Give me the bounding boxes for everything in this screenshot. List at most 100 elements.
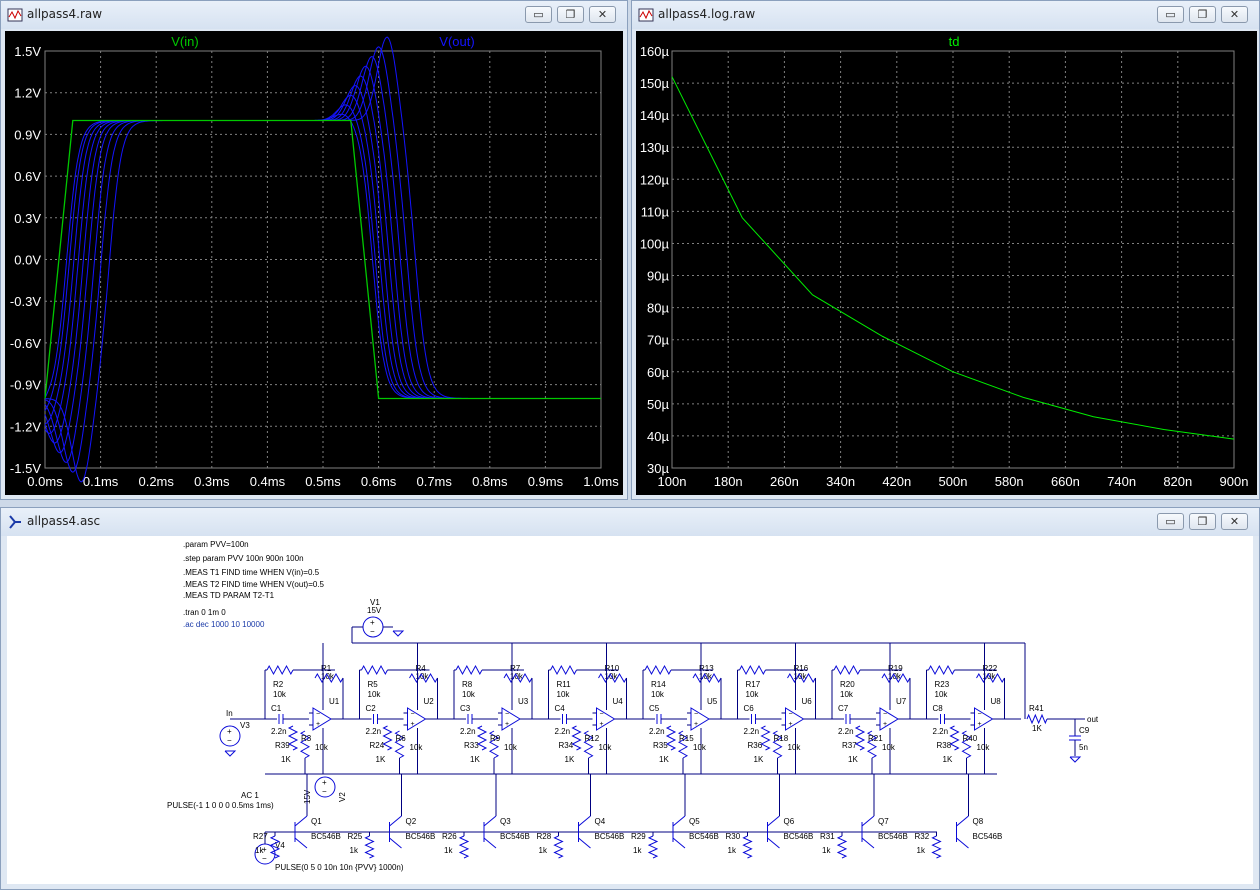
capacitor-value: 2.2n	[366, 727, 382, 736]
vout-trace	[45, 36, 601, 483]
opamp-plus: +	[978, 721, 982, 728]
v1-value: 15V	[367, 606, 382, 615]
waveform-titlebar[interactable]: allpass4.raw ▭ ❐ ✕	[1, 1, 627, 29]
v3-ac: AC 1	[241, 791, 259, 800]
y-tick-label: 110µ	[641, 204, 670, 219]
opamp-plus: +	[411, 721, 415, 728]
opamp-minus: −	[694, 711, 698, 718]
opamp-plus: +	[694, 721, 698, 728]
resistor-name: R15	[679, 734, 694, 743]
waveform-window[interactable]: allpass4.raw ▭ ❐ ✕ 0.0ms 0.1ms 0.2ms 0.3ms 0…	[0, 0, 628, 500]
transistor-name: Q5	[689, 817, 700, 826]
plot-frame	[44, 50, 602, 469]
resistor-R18	[760, 725, 771, 751]
restore-button[interactable]: ❐	[1189, 6, 1216, 23]
window-title: allpass4.log.raw	[658, 7, 756, 21]
y-tick-label: 70µ	[647, 333, 669, 348]
resistor-name: R24	[370, 741, 385, 750]
waveform-chart[interactable]: 0.0ms 0.1ms 0.2ms 0.3ms 0.4ms 0.5ms 0.6ms 0.7ms…	[5, 31, 623, 495]
x-tick-label: 0.2ms	[138, 474, 174, 489]
capacitor-name: C6	[744, 704, 755, 713]
y-tick-label: 0.6V	[14, 169, 41, 184]
resistor-value: 1K	[943, 755, 953, 764]
bjt-collector	[389, 815, 402, 827]
schematic-drawing[interactable]: .param PVV=100n .step param PVV 100n 900n…	[7, 536, 1253, 884]
resistor-name: R30	[726, 832, 741, 841]
capacitor-value: 2.2n	[838, 727, 854, 736]
resistor-value: 10k	[840, 690, 854, 699]
minimize-button[interactable]: ▭	[525, 6, 552, 23]
resistor-R20	[833, 664, 861, 676]
opamp-minus: −	[883, 711, 887, 718]
y-tick-label: 150µ	[640, 76, 670, 91]
y-tick-label: 80µ	[647, 301, 669, 316]
resistor-R23	[928, 664, 955, 676]
restore-button[interactable]: ❐	[557, 6, 584, 23]
resistor-name: R3	[301, 734, 312, 743]
opamp-name: U6	[802, 697, 813, 706]
resistor-R11	[550, 664, 577, 676]
close-button[interactable]: ✕	[589, 6, 616, 23]
legend-vout: V(out)	[439, 34, 474, 49]
resistor-value: 10k	[599, 743, 613, 752]
bjt-emitter	[956, 837, 969, 849]
opamp-minus: −	[505, 711, 509, 718]
capacitor-name: C2	[366, 704, 377, 713]
minimize-button[interactable]: ▭	[1157, 6, 1184, 23]
schematic-canvas[interactable]: .param PVV=100n .step param PVV 100n 900n…	[7, 536, 1253, 884]
spice-directive: .param PVV=100n	[183, 540, 249, 549]
resistor-name: R20	[840, 680, 855, 689]
source-minus: −	[262, 854, 267, 863]
close-button[interactable]: ✕	[1221, 513, 1248, 530]
resistor-R32	[931, 835, 942, 859]
resistor-name: R8	[462, 680, 473, 689]
r41-value: 1K	[1032, 724, 1042, 733]
ac-directive: .ac dec 1000 10 10000	[183, 620, 265, 629]
resistor-name: R5	[368, 680, 379, 689]
resistor-R25	[364, 835, 375, 859]
y-tick-label: 120µ	[640, 172, 670, 187]
resistor-value: 1k	[728, 846, 737, 855]
legend-vin: V(in)	[171, 34, 198, 49]
restore-button[interactable]: ❐	[1189, 513, 1216, 530]
resistor-value: 1K	[754, 755, 764, 764]
capacitor-value: 2.2n	[460, 727, 476, 736]
schematic-titlebar[interactable]: allpass4.asc ▭ ❐ ✕	[1, 508, 1259, 536]
waveform-app-icon	[7, 8, 23, 22]
x-tick-label: 180n	[714, 474, 743, 489]
x-tick-label: 340n	[826, 474, 855, 489]
resistor-name: R31	[820, 832, 835, 841]
resistor-name: R38	[937, 741, 952, 750]
x-tick-label: 0.5ms	[305, 474, 341, 489]
capacitor-value: 2.2n	[744, 727, 760, 736]
minimize-button[interactable]: ▭	[1157, 513, 1184, 530]
resistor-value: 10k	[368, 690, 382, 699]
log-window[interactable]: allpass4.log.raw ▭ ❐ ✕ 100n 180n 260n 340n 4…	[631, 0, 1260, 500]
resistor-value: 10k	[693, 743, 707, 752]
y-tick-label: 0.0V	[14, 253, 41, 268]
log-plot-pane[interactable]: 100n 180n 260n 340n 420n 500n 580n 660n 740n 820n…	[636, 31, 1257, 495]
x-tick-label: 900n	[1220, 474, 1249, 489]
spice-directive: .MEAS T2 FIND time WHEN V(out)=0.5	[183, 580, 325, 589]
close-button[interactable]: ✕	[1221, 6, 1248, 23]
waveform-plot-pane[interactable]: 0.0ms 0.1ms 0.2ms 0.3ms 0.4ms 0.5ms 0.6ms 0.7ms…	[5, 31, 623, 495]
y-tick-label: 1.2V	[14, 86, 41, 101]
schematic-window[interactable]: allpass4.asc ▭ ❐ ✕ .param PVV=100n .step …	[0, 507, 1260, 890]
y-tick-label: 60µ	[647, 365, 669, 380]
resistor-name: R18	[774, 734, 789, 743]
bjt-emitter	[294, 837, 308, 849]
window-title: allpass4.asc	[27, 514, 101, 528]
resistor-R17	[739, 664, 766, 676]
capacitor-value: 2.2n	[933, 727, 949, 736]
x-tick-label: 0.6ms	[361, 474, 397, 489]
td-chart[interactable]: 100n 180n 260n 340n 420n 500n 580n 660n 740n 820n…	[636, 31, 1257, 495]
opamp-plus: +	[316, 721, 320, 728]
v4-pulse: PULSE(0 5 0 10n 10n {PVV} 1000n)	[275, 863, 404, 872]
resistor-value: 10k	[410, 743, 424, 752]
vout-trace	[44, 94, 601, 425]
y-tick-label: 50µ	[647, 397, 669, 412]
log-titlebar[interactable]: allpass4.log.raw ▭ ❐ ✕	[632, 1, 1259, 29]
bjt-collector	[861, 815, 875, 827]
resistor-value: 10k	[746, 690, 760, 699]
resistor-name: R28	[537, 832, 552, 841]
